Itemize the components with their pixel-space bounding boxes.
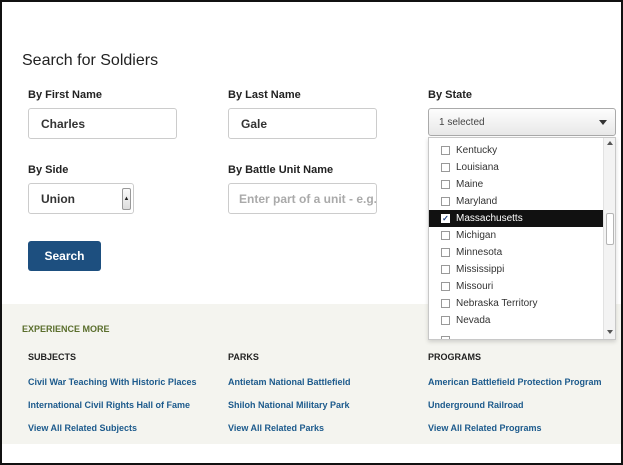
battle-unit-label: By Battle Unit Name (228, 164, 334, 176)
state-option[interactable]: Nebraska Territory (429, 295, 603, 312)
subject-link[interactable]: International Civil Rights Hall of Fame (28, 400, 190, 410)
state-option-label: Maine (456, 179, 484, 190)
state-option[interactable]: Nevada (429, 312, 603, 329)
state-option[interactable]: Maryland (429, 193, 603, 210)
state-option[interactable]: Missouri (429, 278, 603, 295)
battle-unit-input[interactable]: Enter part of a unit - e.g. (228, 183, 377, 214)
state-select[interactable]: 1 selected (428, 108, 616, 136)
state-option-label: Missouri (456, 281, 494, 292)
state-label: By State (428, 89, 473, 101)
state-option[interactable]: Maine (429, 176, 603, 193)
state-option-label: Nevada (456, 315, 491, 326)
state-option[interactable]: Michigan (429, 227, 603, 244)
search-button[interactable]: Search (28, 241, 101, 271)
state-option-label: Michigan (456, 230, 497, 241)
side-select[interactable]: Union ▲︎ (28, 183, 134, 214)
first-name-input[interactable]: Charles (28, 108, 177, 139)
state-option-label: Nebraska Territory (456, 298, 538, 309)
park-link[interactable]: Shiloh National Military Park (228, 400, 350, 410)
checkbox[interactable] (441, 248, 450, 257)
checkbox[interactable] (441, 282, 450, 291)
state-option-label: Mississippi (456, 264, 505, 275)
checkbox[interactable] (441, 299, 450, 308)
state-select-value: 1 selected (439, 116, 485, 128)
state-option[interactable]: Kentucky (429, 142, 603, 159)
checkbox[interactable] (441, 197, 450, 206)
state-option-partial[interactable] (429, 332, 603, 339)
last-name-label: By Last Name (228, 89, 301, 101)
view-all-programs-link[interactable]: View All Related Programs (428, 423, 542, 433)
state-option-label: Massachusetts (456, 213, 523, 224)
checkbox[interactable] (441, 180, 450, 189)
state-option[interactable]: Louisiana (429, 159, 603, 176)
parks-heading: PARKS (228, 352, 259, 362)
view-all-parks-link[interactable]: View All Related Parks (228, 423, 324, 433)
scroll-down-icon[interactable] (607, 330, 613, 334)
program-link[interactable]: American Battlefield Protection Program (428, 377, 602, 387)
state-option[interactable]: Mississippi (429, 261, 603, 278)
page-frame: Search for Soldiers By First Name Charle… (0, 0, 623, 465)
state-option[interactable]: Minnesota (429, 244, 603, 261)
state-option-label: Louisiana (456, 162, 499, 173)
scroll-thumb[interactable] (606, 213, 614, 245)
last-name-input[interactable]: Gale (228, 108, 377, 139)
view-all-subjects-link[interactable]: View All Related Subjects (28, 423, 137, 433)
state-dropdown-list[interactable]: Kentucky Louisiana Maine Maryland ✓ Massa… (428, 137, 616, 340)
checkmark-icon[interactable]: ✓ (441, 214, 450, 223)
caret-down-icon (599, 120, 607, 125)
page-title: Search for Soldiers (22, 52, 159, 69)
checkbox[interactable] (441, 231, 450, 240)
state-option-selected[interactable]: ✓ Massachusetts (429, 210, 603, 227)
state-option-label: Maryland (456, 196, 498, 207)
program-link[interactable]: Underground Railroad (428, 400, 524, 410)
checkbox[interactable] (441, 146, 450, 155)
side-select-value: Union (41, 191, 75, 206)
state-option-label: Minnesota (456, 247, 503, 258)
dropdown-scrollbar[interactable] (603, 138, 615, 339)
scroll-up-icon[interactable] (607, 141, 613, 145)
experience-more-heading: EXPERIENCE MORE (22, 324, 110, 334)
side-label: By Side (28, 164, 69, 176)
programs-heading: PROGRAMS (428, 352, 482, 362)
checkbox[interactable] (441, 265, 450, 274)
spinner-arrow-icon[interactable]: ▲︎ (122, 188, 131, 210)
checkbox[interactable] (441, 336, 450, 339)
checkbox[interactable] (441, 316, 450, 325)
checkbox[interactable] (441, 163, 450, 172)
subject-link[interactable]: Civil War Teaching With Historic Places (28, 377, 196, 387)
state-option-label: Kentucky (456, 145, 498, 156)
first-name-label: By First Name (28, 89, 102, 101)
park-link[interactable]: Antietam National Battlefield (228, 377, 351, 387)
subjects-heading: SUBJECTS (28, 352, 77, 362)
